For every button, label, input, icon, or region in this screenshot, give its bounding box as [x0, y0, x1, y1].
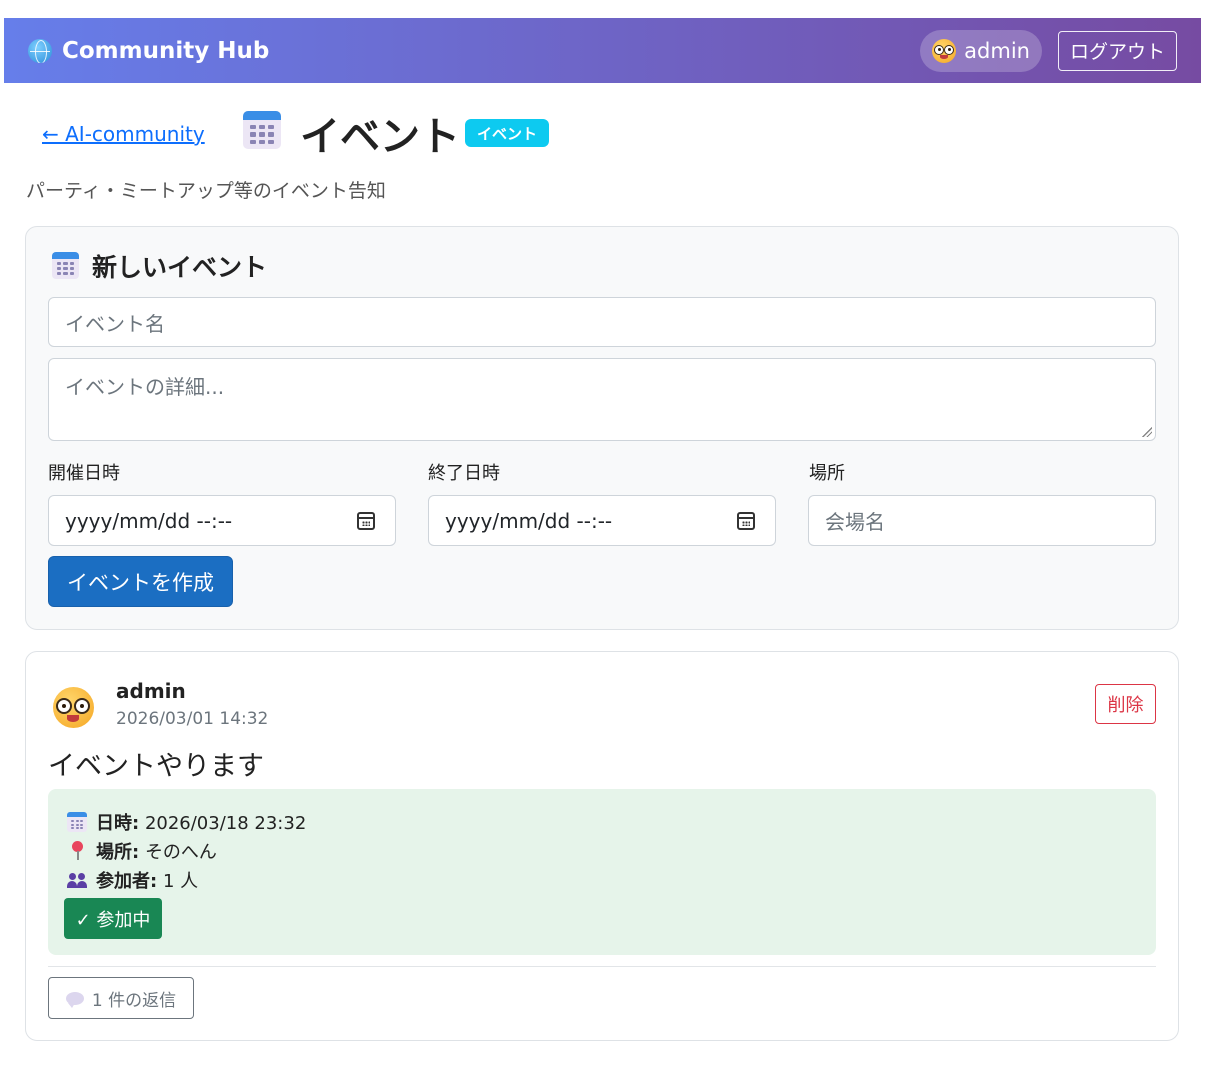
back-link[interactable]: ← AI-community	[42, 122, 205, 146]
calendar-icon	[52, 252, 79, 279]
replies-count: 1 件の返信	[91, 990, 177, 1011]
calendar-picker-icon[interactable]	[357, 512, 375, 530]
globe-icon	[28, 38, 52, 63]
place-input[interactable]: 会場名	[808, 495, 1156, 546]
start-datetime-value: yyyy/mm/dd --:--	[65, 508, 233, 533]
event-datetime-label: 日時:	[96, 813, 140, 834]
user-menu[interactable]: admin	[920, 29, 1042, 72]
page-title: イベント	[300, 114, 460, 160]
start-label: 開催日時	[48, 463, 120, 484]
event-participants-row: 参加者: 1 人	[67, 867, 198, 893]
place-label: 場所	[809, 463, 845, 484]
event-datetime-row: 日時: 2026/03/18 23:32	[67, 809, 306, 835]
end-label: 終了日時	[428, 463, 500, 484]
people-icon	[67, 872, 87, 888]
speech-bubble-icon	[65, 991, 84, 1008]
event-details-placeholder: イベントの詳細...	[65, 375, 225, 399]
logout-button[interactable]: ログアウト	[1057, 30, 1177, 71]
delete-button[interactable]: 削除	[1095, 684, 1156, 724]
user-name: admin	[964, 38, 1030, 63]
calendar-icon	[243, 111, 281, 149]
calendar-picker-icon[interactable]	[737, 512, 755, 530]
event-name-placeholder: イベント名	[65, 311, 165, 336]
event-place-label: 場所:	[96, 842, 140, 863]
start-datetime-input[interactable]: yyyy/mm/dd --:--	[48, 495, 396, 546]
form-title: 新しいイベント	[92, 253, 268, 282]
create-event-button[interactable]: イベントを作成	[48, 556, 233, 607]
replies-button[interactable]: 1 件の返信	[48, 977, 194, 1019]
avatar-icon	[932, 38, 957, 63]
post-timestamp: 2026/03/01 14:32	[116, 709, 269, 729]
calendar-icon	[67, 812, 87, 832]
event-participants-label: 参加者:	[96, 871, 158, 892]
divider	[48, 966, 1156, 967]
end-datetime-input[interactable]: yyyy/mm/dd --:--	[428, 495, 776, 546]
page-subtitle: パーティ・ミートアップ等のイベント告知	[26, 180, 386, 202]
post-author[interactable]: admin	[116, 679, 186, 703]
end-datetime-value: yyyy/mm/dd --:--	[445, 508, 613, 533]
pin-icon	[70, 841, 84, 861]
event-name-input[interactable]: イベント名	[48, 297, 1156, 347]
event-datetime-value: 2026/03/18 23:32	[144, 813, 307, 834]
place-placeholder: 会場名	[825, 510, 885, 534]
resize-handle[interactable]	[1142, 427, 1152, 437]
brand-name: Community Hub	[62, 37, 270, 64]
event-place-row: 場所: そのへん	[67, 838, 217, 864]
joining-button[interactable]: ✓ 参加中	[64, 898, 162, 939]
post-title: イベントやります	[48, 751, 264, 782]
category-badge: イベント	[465, 119, 550, 147]
navbar: Community Hub admin ログアウト	[4, 18, 1201, 83]
brand[interactable]: Community Hub	[28, 38, 269, 64]
avatar[interactable]	[53, 687, 94, 728]
nav-right: admin ログアウト	[920, 29, 1177, 72]
event-details-textarea[interactable]: イベントの詳細...	[48, 358, 1156, 441]
event-place-value: そのへん	[144, 842, 217, 863]
event-participants-value: 1 人	[162, 871, 199, 892]
